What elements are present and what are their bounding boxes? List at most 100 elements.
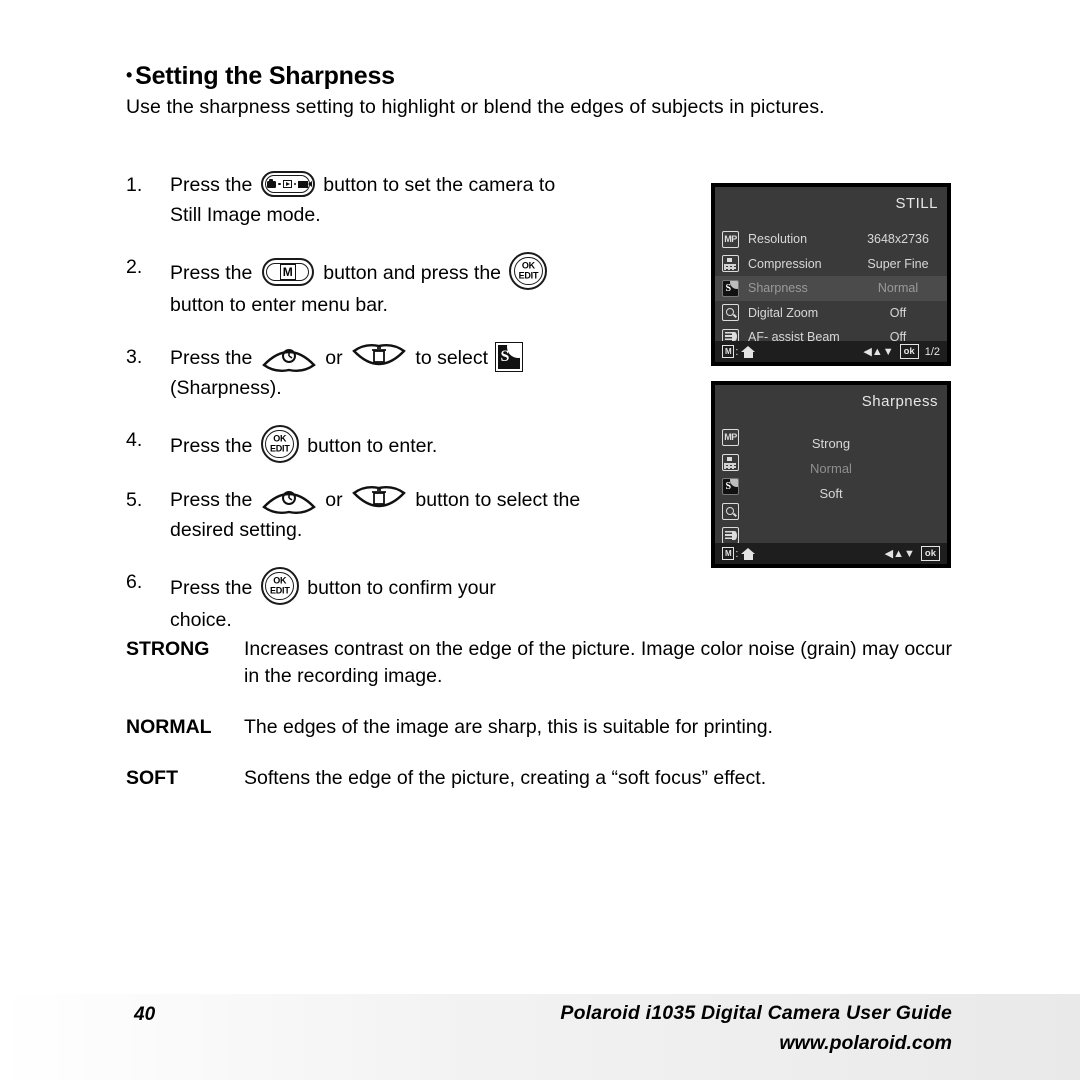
delete-down-button-icon[interactable] bbox=[351, 343, 407, 373]
definition-item: SOFT Softens the edge of the picture, cr… bbox=[126, 765, 952, 792]
lcd-sharpness-screen: Sharpness MP S Strong Normal Soft M : ◀▲… bbox=[715, 385, 947, 564]
step-text-line2: button to enter menu bar. bbox=[170, 294, 388, 316]
step-number: 1. bbox=[126, 174, 143, 196]
step-text-pre: Press the bbox=[170, 174, 253, 196]
status-right-group: ◀▲▼ ok 1/2 bbox=[863, 344, 940, 359]
step-text-post: button to enter. bbox=[307, 435, 438, 457]
step-text-post: button to select the bbox=[415, 489, 581, 511]
camera-icon bbox=[267, 178, 277, 188]
step-item: 6. Press the OK EDIT button to confirm yo… bbox=[126, 567, 686, 635]
delete-down-button-icon[interactable] bbox=[351, 485, 407, 515]
definition-text: Softens the edge of the picture, creatin… bbox=[244, 767, 767, 789]
steps-list: 1. Press the button to set the camera to bbox=[126, 170, 686, 657]
lcd-sharpness-menu-screenshot: Sharpness MP S Strong Normal Soft M : ◀▲… bbox=[711, 381, 951, 568]
lcd-still-title: STILL bbox=[895, 195, 938, 212]
menu-m-button-label: M bbox=[279, 264, 296, 280]
ok-label: OK bbox=[521, 260, 535, 271]
status-left-group: M : bbox=[722, 547, 756, 560]
sharpness-option-soft[interactable]: Soft bbox=[715, 481, 947, 506]
video-icon bbox=[298, 180, 313, 188]
sharpness-options-list: Strong Normal Soft bbox=[715, 431, 947, 506]
step-number: 3. bbox=[126, 346, 143, 368]
ok-badge: ok bbox=[899, 344, 919, 359]
page-footer: 40 Polaroid i1035 Digital Camera User Gu… bbox=[0, 994, 1080, 1080]
status-right-group: ◀▲▼ ok bbox=[885, 546, 940, 561]
step-number: 4. bbox=[126, 429, 143, 451]
definition-text: The edges of the image are sharp, this i… bbox=[244, 716, 773, 738]
step-number: 2. bbox=[126, 256, 143, 278]
lcd-still-status-bar: M : ◀▲▼ ok 1/2 bbox=[715, 341, 947, 362]
sharpness-option-normal[interactable]: Normal bbox=[715, 456, 947, 481]
sharpness-icon-letter: S bbox=[725, 282, 732, 294]
status-colon: : bbox=[735, 345, 739, 358]
menu-row-label: Resolution bbox=[748, 232, 808, 247]
sharpness-icon: S bbox=[495, 342, 524, 372]
definitions-list: STRONG Increases contrast on the edge of… bbox=[126, 636, 952, 816]
step-text-line2: choice. bbox=[170, 609, 232, 631]
definition-term: NORMAL bbox=[126, 716, 212, 738]
menu-row[interactable]: MP Resolution 3648x2736 bbox=[715, 227, 947, 252]
sharpness-icon-letter: S bbox=[500, 348, 510, 365]
definition-term: SOFT bbox=[126, 767, 178, 789]
menu-row-label: Sharpness bbox=[748, 281, 808, 296]
footer-url[interactable]: www.polaroid.com bbox=[779, 1032, 952, 1055]
step-text: Press the or bbox=[170, 342, 686, 403]
step-text-pre: Press the bbox=[170, 347, 253, 369]
lcd-sharpness-status-bar: M : ◀▲▼ ok bbox=[715, 543, 947, 564]
edit-label: EDIT bbox=[518, 270, 539, 280]
step-item: 4. Press the OK EDIT button to enter. bbox=[126, 425, 686, 463]
self-timer-up-button-icon[interactable] bbox=[261, 343, 317, 373]
definition-item: STRONG Increases contrast on the edge of… bbox=[126, 636, 952, 690]
menu-m-button-icon[interactable]: M bbox=[261, 258, 314, 286]
ok-edit-button-icon[interactable]: OK EDIT bbox=[260, 425, 299, 463]
menu-row[interactable]: Digital Zoom Off bbox=[715, 301, 947, 326]
self-timer-up-button-icon[interactable] bbox=[261, 485, 317, 515]
home-icon bbox=[741, 345, 756, 358]
step-text: Press the button to set the camera to St… bbox=[170, 170, 686, 230]
step-text: Press the M button and press the OK EDIT … bbox=[170, 252, 686, 320]
ok-label: OK bbox=[273, 433, 287, 444]
manual-page: • Setting the Sharpness Use the sharpness… bbox=[0, 0, 1080, 1080]
self-timer-up-button-shape bbox=[261, 491, 316, 515]
definition-term: STRONG bbox=[126, 638, 210, 660]
mode-button-icon[interactable] bbox=[260, 171, 315, 197]
step-number: 5. bbox=[126, 489, 143, 511]
menu-row-value: Normal bbox=[877, 281, 919, 296]
ok-edit-button-icon[interactable]: OK EDIT bbox=[260, 567, 299, 605]
step-text-mid: or bbox=[325, 489, 343, 511]
step-text-post: to select bbox=[415, 347, 489, 369]
dot-separator-icon bbox=[293, 182, 297, 186]
ok-badge: ok bbox=[920, 546, 940, 561]
step-text-post: button to confirm your bbox=[307, 577, 496, 599]
menu-row-value: Super Fine bbox=[867, 256, 929, 271]
menu-row-label: Digital Zoom bbox=[748, 305, 819, 320]
step-text-pre: Press the bbox=[170, 577, 253, 599]
step-text-mid: button and press the bbox=[323, 262, 502, 284]
navigation-arrows-icon: ◀▲▼ bbox=[884, 548, 915, 560]
sharpness-option-strong[interactable]: Strong bbox=[715, 431, 947, 456]
definition-item: NORMAL The edges of the image are sharp,… bbox=[126, 714, 952, 741]
status-colon: : bbox=[735, 547, 739, 560]
ok-edit-button-label: OK EDIT bbox=[511, 260, 545, 281]
step-number: 6. bbox=[126, 571, 143, 593]
digital-zoom-icon bbox=[722, 304, 739, 322]
menu-row-sharpness[interactable]: S Sharpness Normal bbox=[715, 276, 947, 301]
ok-edit-button-label: OK EDIT bbox=[263, 433, 297, 454]
navigation-arrows-icon: ◀▲▼ bbox=[863, 346, 894, 358]
menu-m-button-badge: M bbox=[722, 345, 735, 358]
footer-guide-title: Polaroid i1035 Digital Camera User Guide bbox=[560, 1002, 952, 1024]
menu-row[interactable]: Compression Super Fine bbox=[715, 252, 947, 277]
menu-row-label: Compression bbox=[748, 256, 822, 271]
step-text-pre: Press the bbox=[170, 435, 253, 457]
home-icon bbox=[741, 547, 756, 560]
edit-label: EDIT bbox=[269, 443, 290, 453]
lcd-sharpness-title: Sharpness bbox=[861, 393, 938, 410]
delete-down-button-shape bbox=[352, 485, 406, 508]
af-assist-beam-icon bbox=[722, 527, 739, 544]
lcd-still-menu-screenshot: STILL MP Resolution 3648x2736 Compressio… bbox=[711, 183, 951, 366]
step-text-pre: Press the bbox=[170, 489, 253, 511]
lcd-still-screen: STILL MP Resolution 3648x2736 Compressio… bbox=[715, 187, 947, 362]
dot-separator-icon bbox=[278, 182, 281, 186]
ok-edit-button-icon[interactable]: OK EDIT bbox=[509, 252, 548, 290]
intro-paragraph: Use the sharpness setting to highlight o… bbox=[126, 96, 825, 118]
